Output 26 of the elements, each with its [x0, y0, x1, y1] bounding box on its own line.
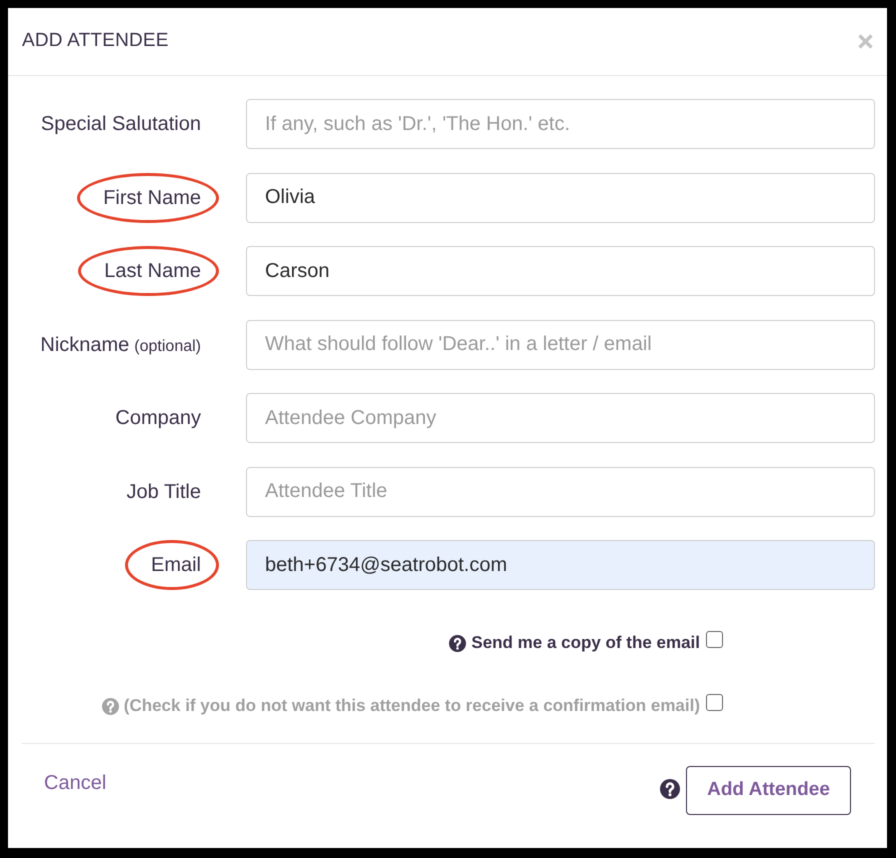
text-field[interactable]: If any, such as 'Dr.', 'The Hon.' etc. — [246, 99, 875, 149]
field-label: Email — [150, 553, 201, 578]
text-field[interactable]: Carson — [246, 246, 875, 296]
cancel-link[interactable]: Cancel — [44, 768, 106, 798]
help-icon — [449, 634, 466, 652]
close-icon — [858, 34, 873, 49]
checkbox[interactable] — [706, 631, 723, 648]
checkbox[interactable] — [706, 694, 723, 711]
field-label: Nickname — [40, 332, 130, 358]
field-label: Special Salutation — [40, 112, 201, 137]
optional-note: (optional) — [134, 336, 201, 356]
dialog-title: ADD ATTENDEE — [22, 30, 169, 53]
add-attendee-button[interactable]: Add Attendee — [686, 766, 851, 815]
text-field[interactable]: What should follow 'Dear..' in a letter / email — [246, 320, 875, 370]
field-label: Company — [115, 406, 201, 431]
text-field[interactable]: Attendee Title — [246, 466, 875, 516]
checkbox-label: (Check if you do not want this attendee to receive a confirmation email) — [124, 695, 700, 718]
text-field[interactable]: beth+6734@seatrobot.com — [246, 540, 875, 590]
help-icon — [102, 698, 119, 714]
text-field[interactable]: Olivia — [246, 172, 875, 222]
help-icon — [660, 778, 680, 798]
field-label: First Name — [103, 186, 201, 210]
text-field[interactable]: Attendee Company — [246, 393, 875, 443]
field-label: Last Name — [104, 259, 201, 284]
field-label: Job Title — [126, 480, 201, 504]
checkbox-label: Send me a copy of the email — [471, 632, 700, 654]
